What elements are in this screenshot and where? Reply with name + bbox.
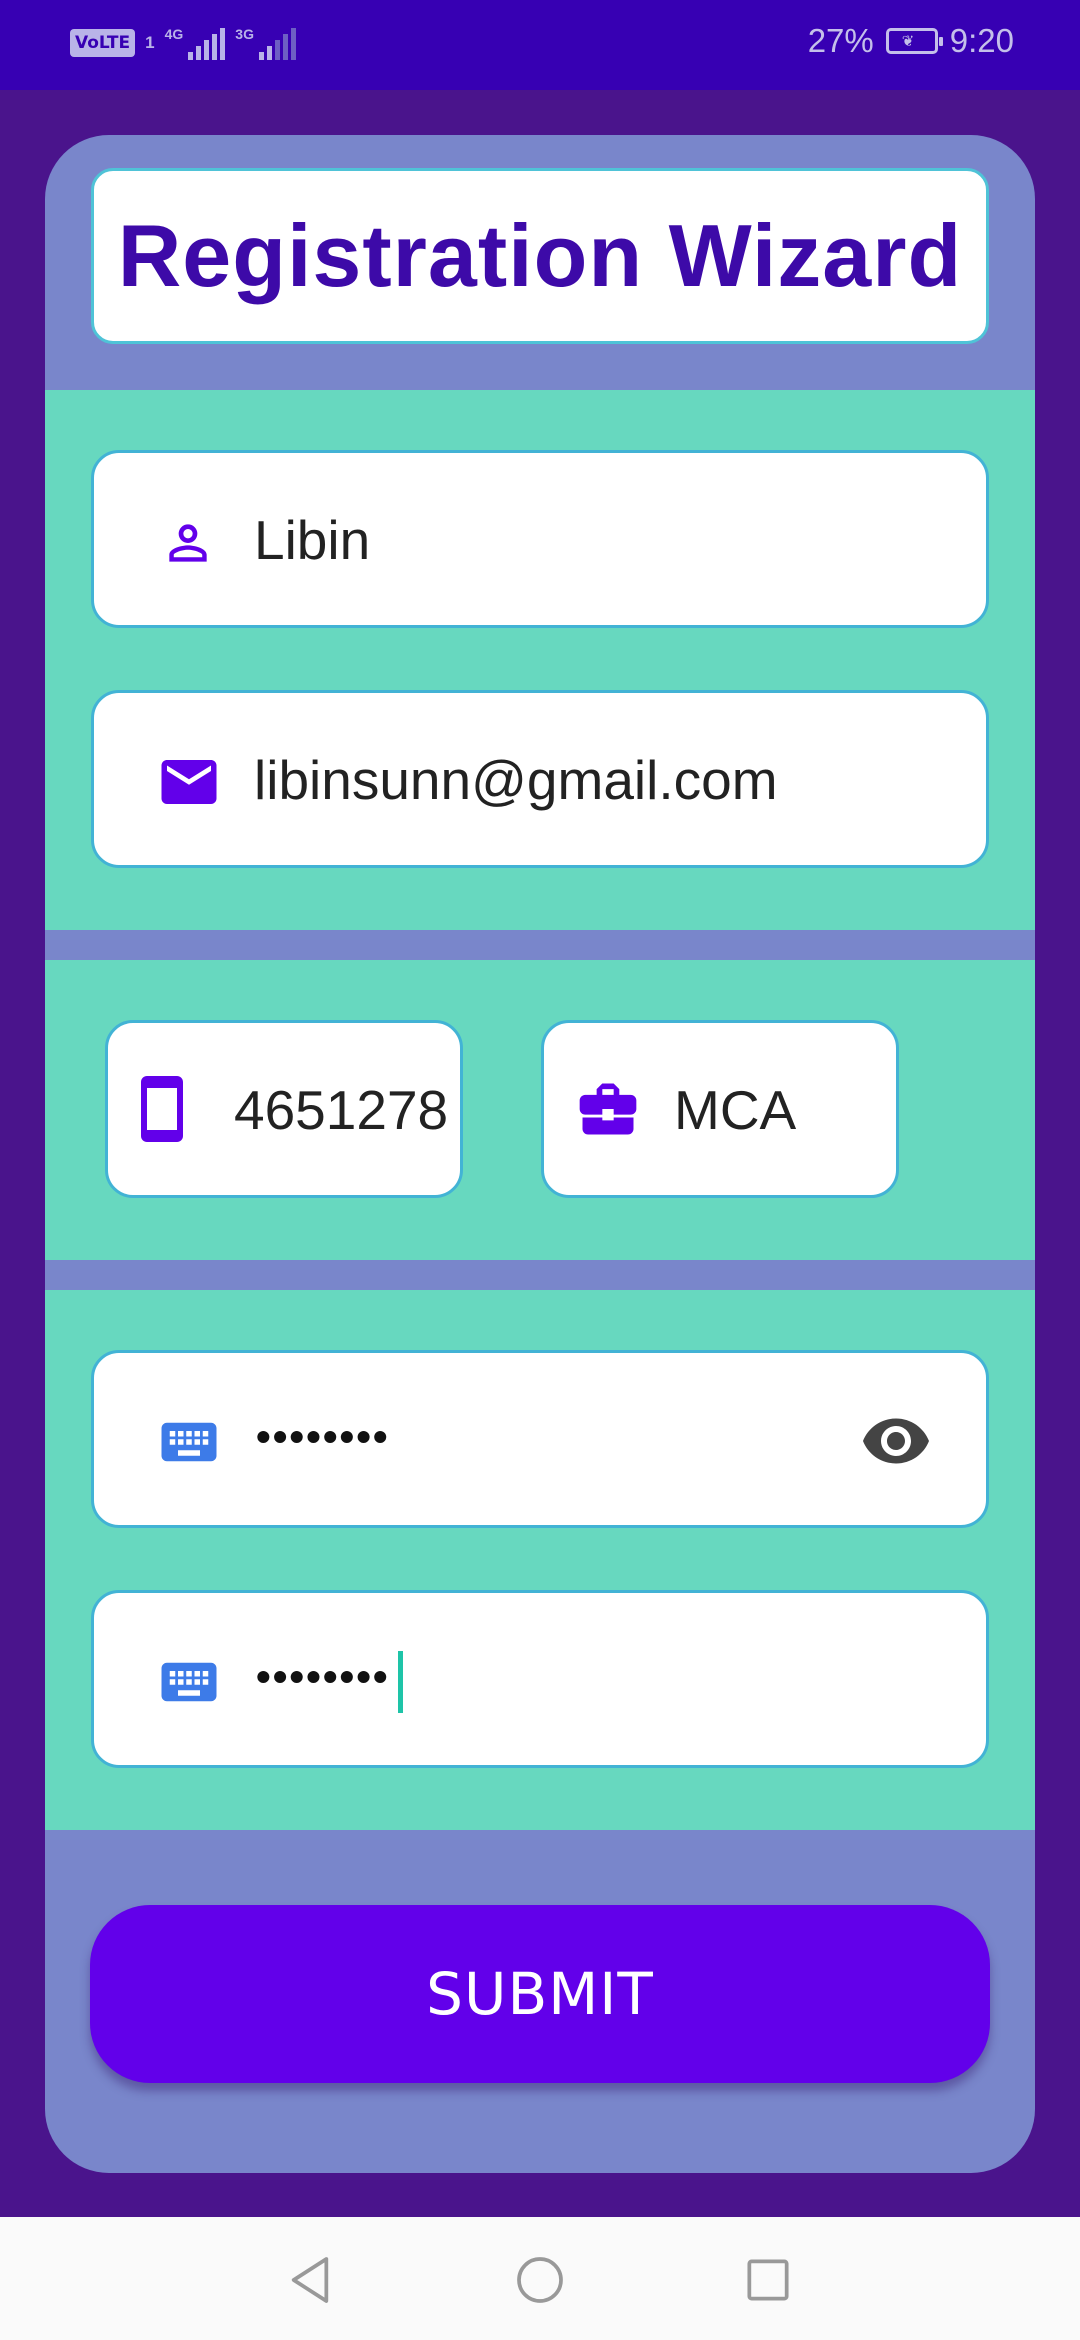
- eye-icon[interactable]: [860, 1405, 932, 1477]
- battery-icon: ❦: [885, 28, 943, 54]
- back-icon[interactable]: [282, 2252, 338, 2313]
- net-type-3g: 3G: [235, 26, 254, 42]
- keyboard-icon: [156, 1649, 222, 1715]
- person-icon: [160, 515, 216, 571]
- password-section: •••••••• ••••••••: [45, 1290, 1035, 1830]
- confirm-password-value: ••••••••: [256, 1653, 390, 1700]
- text-cursor: [398, 1651, 403, 1713]
- submit-button[interactable]: SUBMIT: [90, 1905, 990, 2083]
- confirm-password-field[interactable]: ••••••••: [91, 1590, 989, 1768]
- home-icon[interactable]: [512, 2252, 568, 2313]
- email-icon: [156, 749, 222, 815]
- password-field[interactable]: ••••••••: [91, 1350, 989, 1528]
- name-value: Libin: [254, 509, 371, 571]
- qualification-value: MCA: [674, 1079, 797, 1141]
- status-right: 27% ❦ 9:20: [808, 22, 1014, 60]
- volte-badge: VoLTE: [70, 29, 136, 57]
- name-field[interactable]: Libin: [91, 450, 989, 628]
- title-box: Registration Wizard: [91, 168, 989, 344]
- password-value: ••••••••: [256, 1413, 390, 1460]
- clock: 9:20: [949, 22, 1014, 59]
- personal-section: Libin libinsunn@gmail.com: [45, 390, 1035, 930]
- phone-field[interactable]: 4651278: [105, 1020, 463, 1198]
- email-value: libinsunn@gmail.com: [254, 749, 778, 811]
- signal-icon-4g: 4G: [165, 26, 226, 60]
- status-left: VoLTE 1 4G 3G: [70, 26, 296, 60]
- sim-number: 1: [145, 33, 155, 52]
- qualification-field[interactable]: MCA: [541, 1020, 899, 1198]
- navigation-bar: [0, 2217, 1080, 2340]
- page-title: Registration Wizard: [117, 206, 963, 305]
- phone-value: 4651278: [234, 1079, 449, 1141]
- keyboard-icon: [156, 1409, 222, 1475]
- battery-percent: 27%: [807, 22, 874, 59]
- registration-card: Registration Wizard Libin libinsunn@gmai…: [45, 135, 1035, 2173]
- briefcase-icon: [574, 1075, 642, 1143]
- recents-icon[interactable]: [740, 2252, 796, 2313]
- net-type-4g: 4G: [164, 26, 184, 42]
- status-bar: VoLTE 1 4G 3G 27% ❦ 9:20: [0, 0, 1080, 90]
- smartphone-icon: [126, 1073, 198, 1145]
- email-field[interactable]: libinsunn@gmail.com: [91, 690, 989, 868]
- details-section: 4651278 MCA: [45, 960, 1035, 1260]
- signal-icon-3g: 3G: [235, 26, 296, 60]
